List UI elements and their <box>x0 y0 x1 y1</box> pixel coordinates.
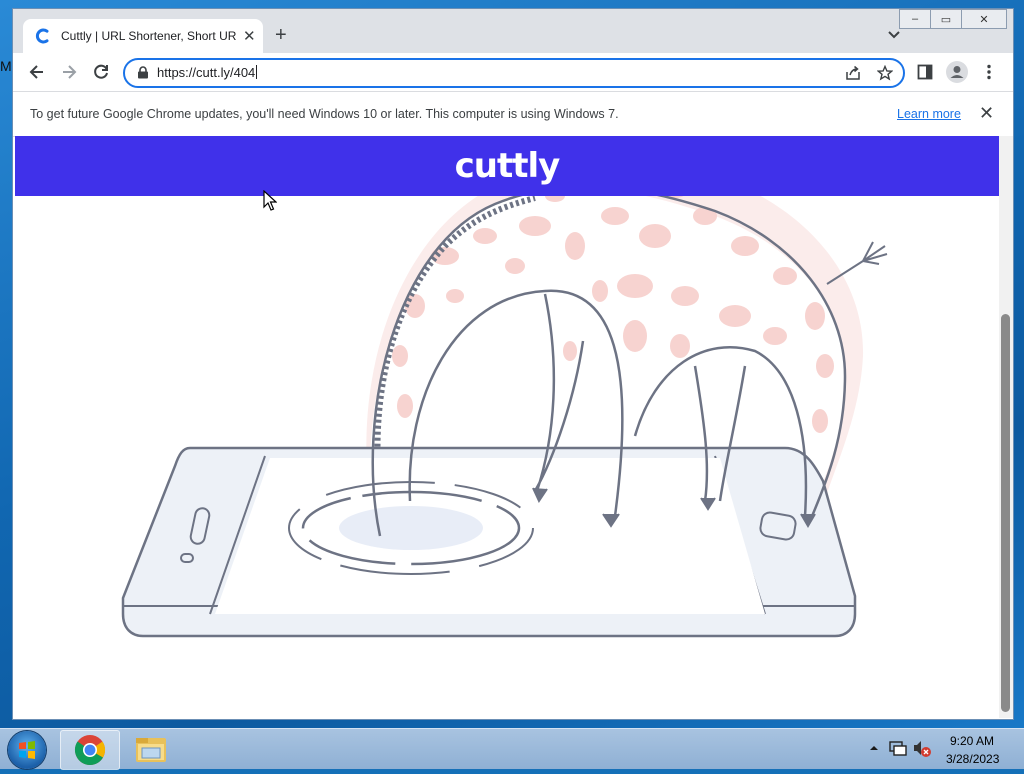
infobar-message: To get future Google Chrome updates, you… <box>30 107 619 121</box>
bookmark-star-icon[interactable] <box>876 64 894 86</box>
cuttly-favicon-icon <box>35 28 51 44</box>
file-explorer-icon <box>136 738 166 762</box>
network-icon[interactable] <box>889 741 907 756</box>
windows-taskbar <box>0 728 1024 770</box>
infobar-close-icon[interactable]: ✕ <box>979 103 994 124</box>
tab-close-icon[interactable]: ✕ <box>243 27 256 45</box>
taskbar-explorer[interactable] <box>122 730 180 768</box>
clock-time[interactable]: 9:20 AM <box>950 734 994 748</box>
forward-arrow-icon[interactable] <box>59 62 79 87</box>
windows-logo-icon <box>19 741 35 759</box>
taskbar-chrome[interactable] <box>60 730 120 770</box>
desktop-edge-letter: M <box>0 58 12 74</box>
maximize-button[interactable]: ▭ <box>930 9 962 29</box>
tab-title: Cuttly | URL Shortener, Short URL <box>61 29 237 43</box>
system-tray <box>866 733 936 767</box>
browser-toolbar: https://cutt.ly/404 <box>13 53 1013 91</box>
minimize-button[interactable]: – <box>899 9 931 29</box>
start-button[interactable] <box>8 731 46 769</box>
close-window-button[interactable]: ✕ <box>961 9 1007 29</box>
scrollbar-thumb[interactable] <box>1001 314 1010 712</box>
clock-date[interactable]: 3/28/2023 <box>946 752 999 766</box>
tab-strip: Cuttly | URL Shortener, Short URL ✕ + – … <box>13 9 1013 53</box>
new-tab-button[interactable]: + <box>275 25 287 45</box>
tab-cuttly[interactable]: Cuttly | URL Shortener, Short URL ✕ <box>23 19 263 53</box>
back-arrow-icon[interactable] <box>27 62 47 87</box>
volume-muted-icon[interactable] <box>914 741 931 757</box>
url-text: https://cutt.ly/404 <box>157 65 256 80</box>
share-icon[interactable] <box>845 65 861 86</box>
page-viewport: cuttly <box>15 136 999 718</box>
site-header: cuttly <box>15 136 999 196</box>
address-bar[interactable]: https://cutt.ly/404 <box>123 58 905 88</box>
text-caret <box>256 65 258 79</box>
window-controls: – ▭ ✕ <box>899 9 1007 29</box>
learn-more-link[interactable]: Learn more <box>897 107 961 121</box>
update-infobar: To get future Google Chrome updates, you… <box>13 91 1013 137</box>
chrome-icon <box>74 735 106 766</box>
browser-window: Cuttly | URL Shortener, Short URL ✕ + – … <box>12 8 1014 720</box>
side-panel-icon[interactable] <box>917 64 933 85</box>
giraffe-404-illustration <box>121 159 888 638</box>
reload-icon[interactable] <box>91 62 111 87</box>
mouse-pointer-icon <box>263 189 278 217</box>
show-hidden-icons-icon[interactable] <box>870 746 878 750</box>
cuttly-logo[interactable]: cuttly <box>15 146 999 186</box>
kebab-menu-icon[interactable] <box>986 64 992 85</box>
profile-avatar-icon[interactable] <box>946 61 968 88</box>
lock-icon[interactable] <box>137 66 149 84</box>
tab-search-icon[interactable] <box>887 27 901 45</box>
page-scrollbar[interactable] <box>999 136 1013 718</box>
